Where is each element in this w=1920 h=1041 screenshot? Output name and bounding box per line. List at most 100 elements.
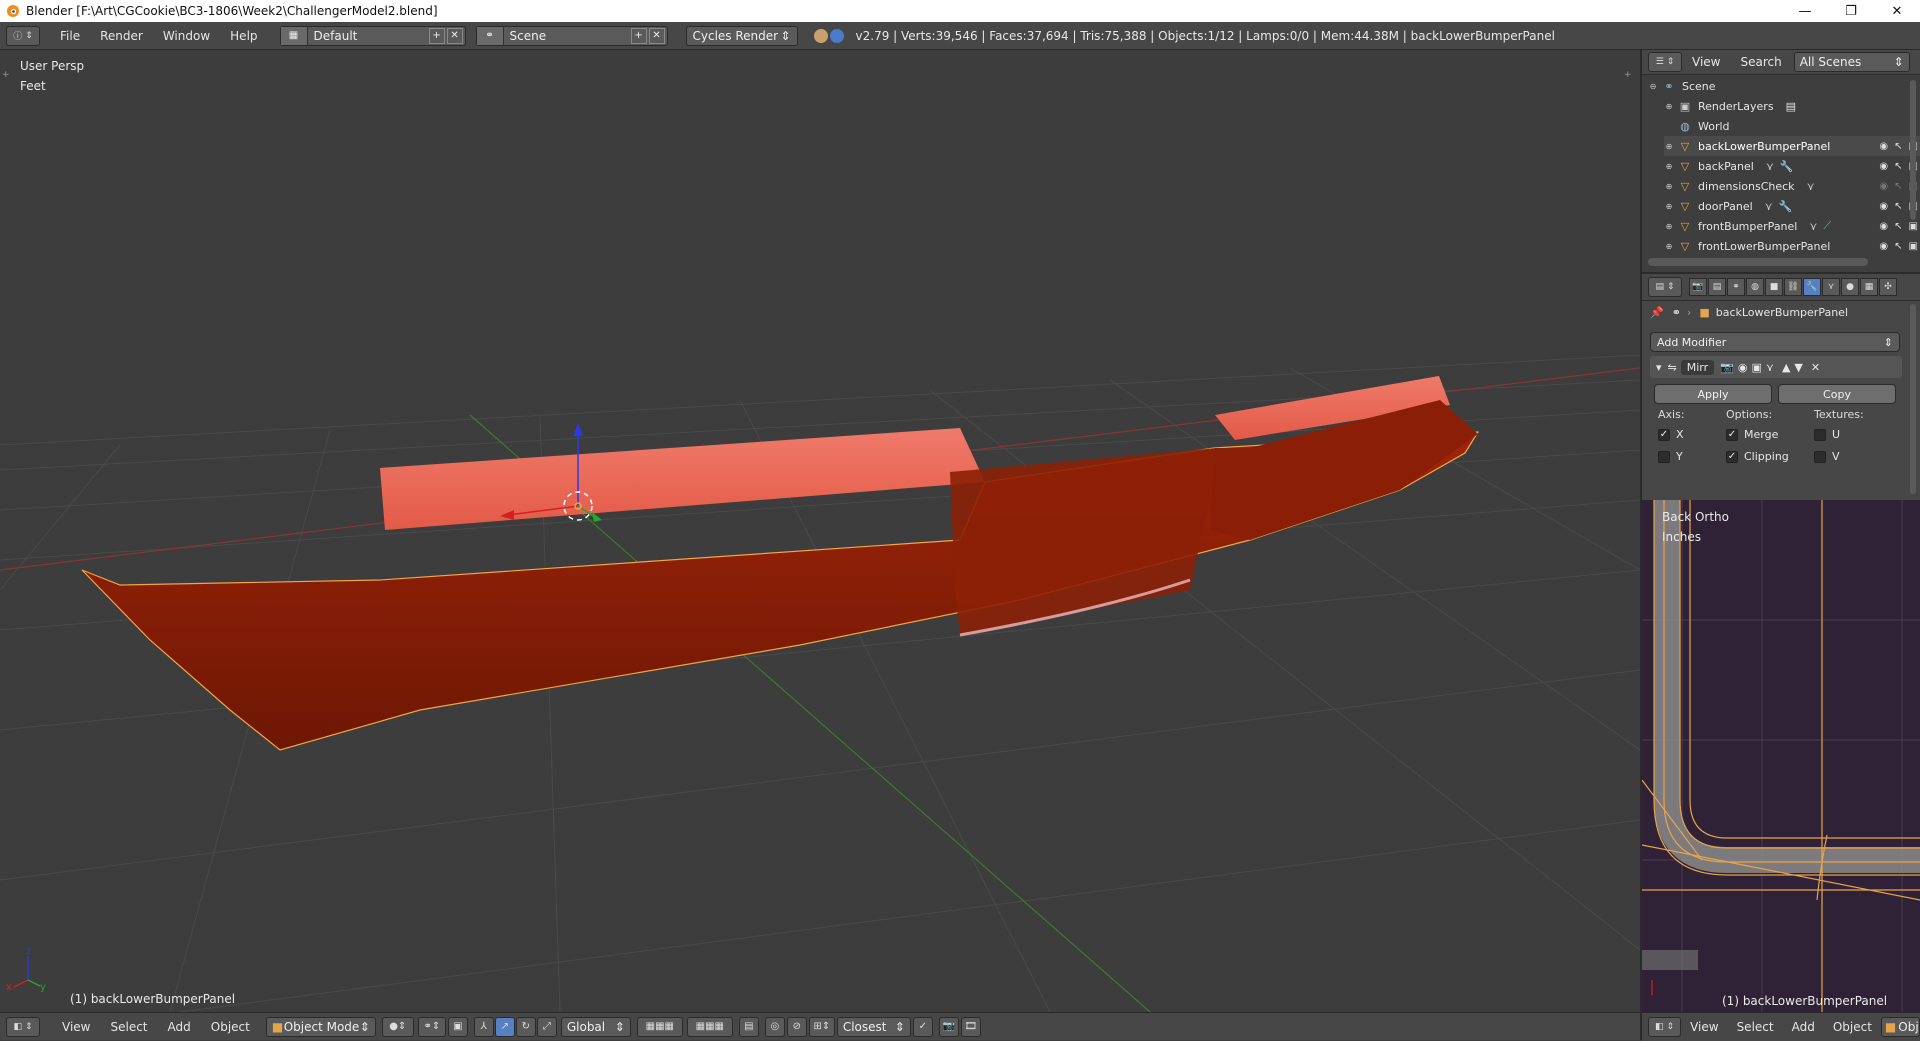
expand-icon[interactable]: ⊕ [1664, 182, 1674, 191]
expand-icon[interactable]: ⊕ [1664, 102, 1674, 111]
move-up-icon[interactable]: ▲ [1782, 361, 1790, 374]
plus-icon[interactable]: + [1624, 70, 1632, 80]
snap-target-dropdown[interactable]: Closest ⇕ [836, 1016, 911, 1037]
3d-viewport[interactable]: z x y User Persp Feet (1) backLowerBumpe… [0, 50, 1640, 1012]
z-arrow-icon[interactable] [573, 423, 583, 436]
scene-selector[interactable]: ⚭ Scene + ✕ [475, 25, 668, 46]
add-modifier-dropdown[interactable]: Add Modifier ⇕ [1650, 332, 1900, 352]
viewport-visibility-icon[interactable]: ◉ [1738, 361, 1748, 374]
viewport-canvas[interactable]: z x y [0, 50, 1640, 1012]
outliner-item-backlowerbumperpanel[interactable]: ⊕ ▽ backLowerBumperPanel ◉↖▣ [1664, 136, 1920, 156]
menu-select[interactable]: Select [100, 1014, 157, 1040]
snap-align-rotation-button[interactable]: ✓ [912, 1016, 933, 1037]
proportional-edit-button[interactable]: ◎ [764, 1016, 785, 1037]
tab-constraints[interactable]: ⛓ [1784, 278, 1802, 296]
apply-button[interactable]: Apply [1654, 384, 1772, 404]
properties-editor[interactable]: ▤ ⇕ 📷 ▤ ⚭ ◍ ■ ⛓ 🔧 ⋎ ● ▦ ✣ 📌 ⚭ › ■ backLow… [1642, 272, 1920, 502]
move-down-icon[interactable]: ▼ [1794, 361, 1802, 374]
axis-x-checkbox-row[interactable]: ✓ X [1658, 428, 1684, 441]
copy-button[interactable]: Copy [1778, 384, 1896, 404]
texture-u-checkbox[interactable] [1814, 428, 1826, 441]
eye-icon[interactable]: ◉ [1879, 181, 1888, 192]
tab-modifiers[interactable]: 🔧 [1803, 278, 1821, 296]
mirror-modifier-header[interactable]: ▾ ⇋ Mirr 📷 ◉ ▣ ⋎ ▲ ▼ ✕ [1650, 356, 1902, 378]
back-lower-bumper-panel-mesh[interactable] [81, 376, 1480, 751]
interaction-mode-dropdown[interactable]: ■ Object Mode ⇕ [265, 1016, 376, 1037]
expand-icon[interactable]: ⊕ [1664, 162, 1674, 171]
opengl-render-animation-icon[interactable]: 🎞 [960, 1016, 981, 1037]
texture-u-checkbox-row[interactable]: U [1814, 428, 1840, 441]
render-toggle-icon[interactable]: 📷 [1720, 361, 1734, 374]
render-engine-dropdown[interactable]: Cycles Render ⇕ [685, 25, 798, 46]
outliner-item-world[interactable]: ◍ World [1664, 116, 1920, 136]
cursor-select-icon[interactable]: ↖ [1894, 181, 1902, 192]
modifier-name-field[interactable]: Mirr [1680, 359, 1715, 375]
tab-texture[interactable]: ▦ [1860, 278, 1878, 296]
editor-type-button[interactable]: ⓘ ⇕ [6, 25, 40, 46]
tab-render-layers[interactable]: ▤ [1708, 278, 1726, 296]
eye-icon[interactable]: ◉ [1879, 201, 1888, 212]
eye-icon[interactable]: ◉ [1879, 141, 1888, 152]
editmode-toggle-icon[interactable]: ▣ [1751, 361, 1761, 374]
editor-type-button[interactable]: ◧ ⇕ [6, 1016, 40, 1037]
camera-render-icon[interactable]: ▣ [1909, 221, 1918, 232]
viewport-shading-button[interactable]: ●⇕ [381, 1016, 414, 1037]
back-ortho-canvas[interactable] [1642, 500, 1920, 1012]
cursor-select-icon[interactable]: ↖ [1894, 201, 1902, 212]
pivot-point-button[interactable]: ⚭⇕ [417, 1016, 446, 1037]
pin-icon[interactable]: 📌 [1650, 306, 1664, 319]
opengl-render-image-icon[interactable]: 📷 [938, 1016, 959, 1037]
menu-help[interactable]: Help [220, 22, 267, 50]
editor-type-button[interactable]: ▤ ⇕ [1648, 277, 1682, 297]
cursor-select-icon[interactable]: ↖ [1894, 161, 1902, 172]
editor-type-button[interactable]: ☰ ⇕ [1648, 52, 1682, 72]
cursor-select-icon[interactable]: ↖ [1894, 141, 1902, 152]
axis-y-checkbox-row[interactable]: Y [1658, 450, 1683, 463]
ortho-mode-dropdown[interactable]: ■Obje [1880, 1017, 1920, 1037]
add-scene-icon[interactable]: + [630, 27, 647, 44]
transform-orientation-dropdown[interactable]: Global ⇕ [560, 1016, 631, 1037]
outliner-item-frontbumperpanel[interactable]: ⊕ ▽ frontBumperPanel ⋎ ⟋ ◉ ↖ ▣ [1664, 216, 1920, 236]
axis-x-checkbox[interactable]: ✓ [1658, 428, 1670, 441]
tab-render[interactable]: 📷 [1689, 278, 1707, 296]
texture-v-checkbox-row[interactable]: V [1814, 450, 1840, 463]
merge-checkbox[interactable]: ✓ [1726, 428, 1738, 441]
outliner-item-dimensionscheck[interactable]: ⊕ ▽ dimensionsCheck ⋎ ◉↖▣ [1664, 176, 1920, 196]
outliner-item-frontlowerbumperpanel[interactable]: ⊕ ▽ frontLowerBumperPanel ◉ ↖ ▣ [1664, 236, 1920, 256]
outliner-item-backpanel[interactable]: ⊕ ▽ backPanel ⋎ 🔧 ◉↖▣ [1664, 156, 1920, 176]
outliner-display-mode-dropdown[interactable]: All Scenes ⇕ [1793, 52, 1910, 72]
tab-data[interactable]: ⋎ [1822, 278, 1840, 296]
eye-icon[interactable]: ◉ [1879, 221, 1888, 232]
expand-icon[interactable]: ⊕ [1664, 222, 1674, 231]
close-button[interactable]: ✕ [1874, 0, 1920, 22]
expand-icon[interactable]: ⊕ [1664, 242, 1674, 251]
scene-layers-a[interactable]: ▦▦▦ [636, 1016, 683, 1037]
ortho-menu-add[interactable]: Add [1783, 1020, 1824, 1034]
outliner-item-doorpanel[interactable]: ⊕ ▽ doorPanel ⋎ 🔧 ◉↖▣ [1664, 196, 1920, 216]
tab-physics[interactable]: ✣ [1879, 278, 1897, 296]
texture-v-checkbox[interactable] [1814, 450, 1826, 463]
menu-view[interactable]: View [52, 1014, 100, 1040]
cursor-select-icon[interactable]: ↖ [1894, 241, 1902, 252]
snap-toggle-button[interactable]: ⊘ [786, 1016, 807, 1037]
ortho-menu-select[interactable]: Select [1728, 1020, 1783, 1034]
outliner-menu-view[interactable]: View [1682, 55, 1730, 69]
menu-file[interactable]: File [50, 22, 90, 50]
ortho-menu-object[interactable]: Object [1824, 1020, 1881, 1034]
outliner-horizontal-scrollbar[interactable] [1648, 258, 1868, 266]
editor-type-button[interactable]: ◧ ⇕ [1648, 1017, 1682, 1037]
eye-icon[interactable]: ◉ [1879, 241, 1888, 252]
collapse-icon[interactable]: ⊖ [1648, 82, 1658, 91]
layer-only-button[interactable]: ▣ [447, 1016, 468, 1037]
snap-element-button[interactable]: ⊞⇕ [808, 1016, 835, 1037]
outliner-menu-search[interactable]: Search [1730, 55, 1791, 69]
menu-window[interactable]: Window [153, 22, 220, 50]
properties-scrollbar[interactable] [1910, 304, 1916, 494]
outliner-item-scene[interactable]: ⊖ ⚭ Scene [1648, 76, 1908, 96]
tab-scene[interactable]: ⚭ [1727, 278, 1745, 296]
outliner-item-renderlayers[interactable]: ⊕ ▣ RenderLayers ▤ [1664, 96, 1920, 116]
scene-layers-b[interactable]: ▦▦▦ [686, 1016, 733, 1037]
outliner-vertical-scrollbar[interactable] [1910, 80, 1916, 220]
screen-layout-selector[interactable]: ▦ Default + ✕ [279, 25, 466, 46]
expand-icon[interactable]: ⊕ [1664, 202, 1674, 211]
